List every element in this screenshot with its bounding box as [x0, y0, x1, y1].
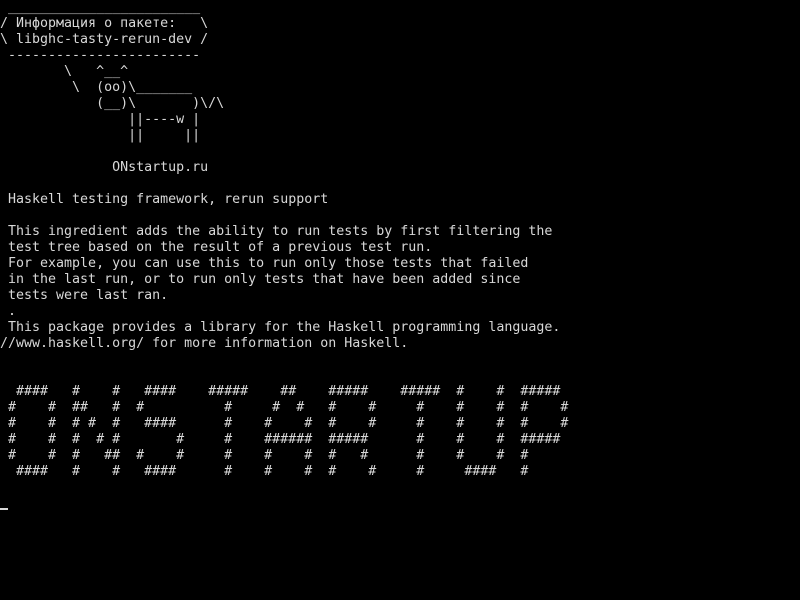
description-line-3: For example, you can use this to run onl…: [0, 256, 529, 271]
bubble-bottom-border: ------------------------: [0, 48, 201, 63]
banner-line-2: # # ## # # # # # # # # # # # #: [0, 400, 569, 415]
terminal-console: ________________________ / Информация о …: [0, 0, 800, 600]
bubble-title: / Информация о пакете: \: [0, 16, 209, 31]
description-line-4: in the last run, or to run only tests th…: [0, 272, 521, 287]
banner-line-4: # # # # # # # ###### ##### # # # #####: [0, 432, 561, 447]
package-summary: Haskell testing framework, rerun support: [0, 192, 329, 207]
banner-line-5: # # # ## # # # # # # # # # # #: [0, 448, 529, 463]
description-line-5: tests were last ran.: [0, 288, 169, 303]
text-cursor[interactable]: [0, 508, 8, 510]
banner-line-1: #### # # #### ##### ## ##### ##### # # #…: [0, 384, 561, 399]
site-name: ONstartup.ru: [0, 160, 209, 175]
banner-line-3: # # # # # #### # # # # # # # # # #: [0, 416, 569, 431]
description-line-1: This ingredient adds the ability to run …: [0, 224, 553, 239]
description-line-6: .: [0, 304, 17, 319]
description-line-7: This package provides a library for the …: [0, 320, 561, 335]
bubble-top-border: ________________________: [0, 0, 201, 15]
ascii-cow-line-1: \ ^__^: [0, 64, 129, 79]
ascii-cow-line-4: ||----w |: [0, 112, 201, 127]
ascii-cow-line-3: (__)\ )\/\: [0, 96, 225, 111]
description-line-2: test tree based on the result of a previ…: [0, 240, 433, 255]
ascii-cow-line-5: || ||: [0, 128, 201, 143]
ascii-cow-line-2: \ (oo)\_______: [0, 80, 193, 95]
banner-line-6: #### # # #### # # # # # # #### #: [0, 464, 529, 479]
bubble-package-name: \ libghc-tasty-rerun-dev /: [0, 32, 209, 47]
description-line-8: //www.haskell.org/ for more information …: [0, 336, 409, 351]
